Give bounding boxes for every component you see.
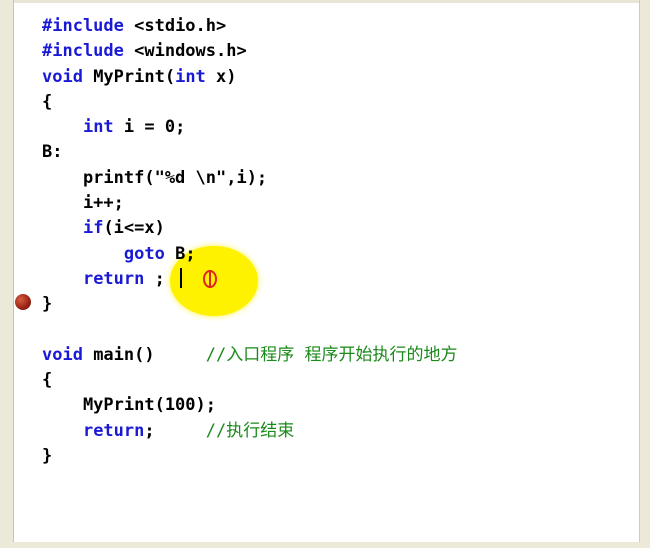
editor-right-border <box>639 0 650 548</box>
code-line[interactable]: { <box>42 90 458 115</box>
code-line[interactable]: if(i<=x) <box>42 216 458 241</box>
code-line[interactable]: MyPrint(100); <box>42 393 458 418</box>
text-cursor <box>180 268 182 288</box>
code-editor[interactable]: #include <stdio.h> #include <windows.h> vo… <box>0 0 650 548</box>
code-comment: //执行结束 <box>205 420 295 441</box>
code-keyword: void <box>42 66 83 87</box>
code-keyword: goto <box>123 243 165 264</box>
code-text: main() <box>82 344 206 365</box>
breakpoint-icon[interactable] <box>15 294 31 310</box>
code-keyword: if <box>82 218 104 239</box>
code-text: MyPrint( <box>82 66 176 87</box>
code-text: } <box>42 294 53 315</box>
editor-top-border <box>0 0 650 3</box>
code-line[interactable]: #include <windows.h> <box>42 39 458 64</box>
code-text: B: <box>42 142 63 163</box>
code-text: B; <box>164 243 196 264</box>
code-text: x) <box>205 66 237 87</box>
code-keyword: int <box>175 66 206 87</box>
code-line[interactable]: return; //执行结束 <box>42 419 458 444</box>
code-comment: //入口程序 程序开始执行的地方 <box>205 344 458 365</box>
code-text: (i<=x) <box>103 218 165 239</box>
code-line[interactable]: return ; <box>42 267 458 292</box>
code-text: } <box>42 446 53 467</box>
code-line[interactable] <box>42 318 458 343</box>
code-keyword: return <box>82 420 145 441</box>
code-text: i = 0; <box>113 117 186 138</box>
code-area[interactable]: #include <stdio.h> #include <windows.h> vo… <box>42 14 458 469</box>
code-text: ; <box>144 268 165 289</box>
code-line[interactable]: int i = 0; <box>42 115 458 140</box>
code-text: printf("%d \n",i); <box>42 167 268 188</box>
code-keyword: void <box>42 344 83 365</box>
code-keyword: int <box>82 117 114 138</box>
code-text: ; <box>144 420 206 441</box>
code-text: i++; <box>42 193 124 214</box>
code-line[interactable]: } <box>42 444 458 469</box>
code-keyword: #include <box>42 41 124 62</box>
code-line[interactable]: void main() //入口程序 程序开始执行的地方 <box>42 343 458 368</box>
code-text: MyPrint(100); <box>42 395 216 416</box>
code-line[interactable]: #include <stdio.h> <box>42 14 458 39</box>
code-keyword: #include <box>42 16 124 36</box>
code-line[interactable]: goto B; <box>42 242 458 267</box>
code-text: { <box>42 370 53 391</box>
code-line[interactable]: { <box>42 368 458 393</box>
gutter-divider <box>13 0 14 548</box>
code-line[interactable]: B: <box>42 140 458 165</box>
code-text: <windows.h> <box>123 41 247 62</box>
mouse-click-indicator-bar <box>209 270 211 288</box>
code-text: { <box>42 91 53 112</box>
code-text: <stdio.h> <box>123 16 227 36</box>
code-line[interactable]: void MyPrint(int x) <box>42 65 458 90</box>
editor-bottom-border <box>0 542 650 548</box>
code-keyword: return <box>82 268 145 289</box>
code-line[interactable]: } <box>42 292 458 317</box>
code-line[interactable]: i++; <box>42 191 458 216</box>
code-line[interactable]: printf("%d \n",i); <box>42 166 458 191</box>
editor-gutter[interactable] <box>0 0 14 548</box>
